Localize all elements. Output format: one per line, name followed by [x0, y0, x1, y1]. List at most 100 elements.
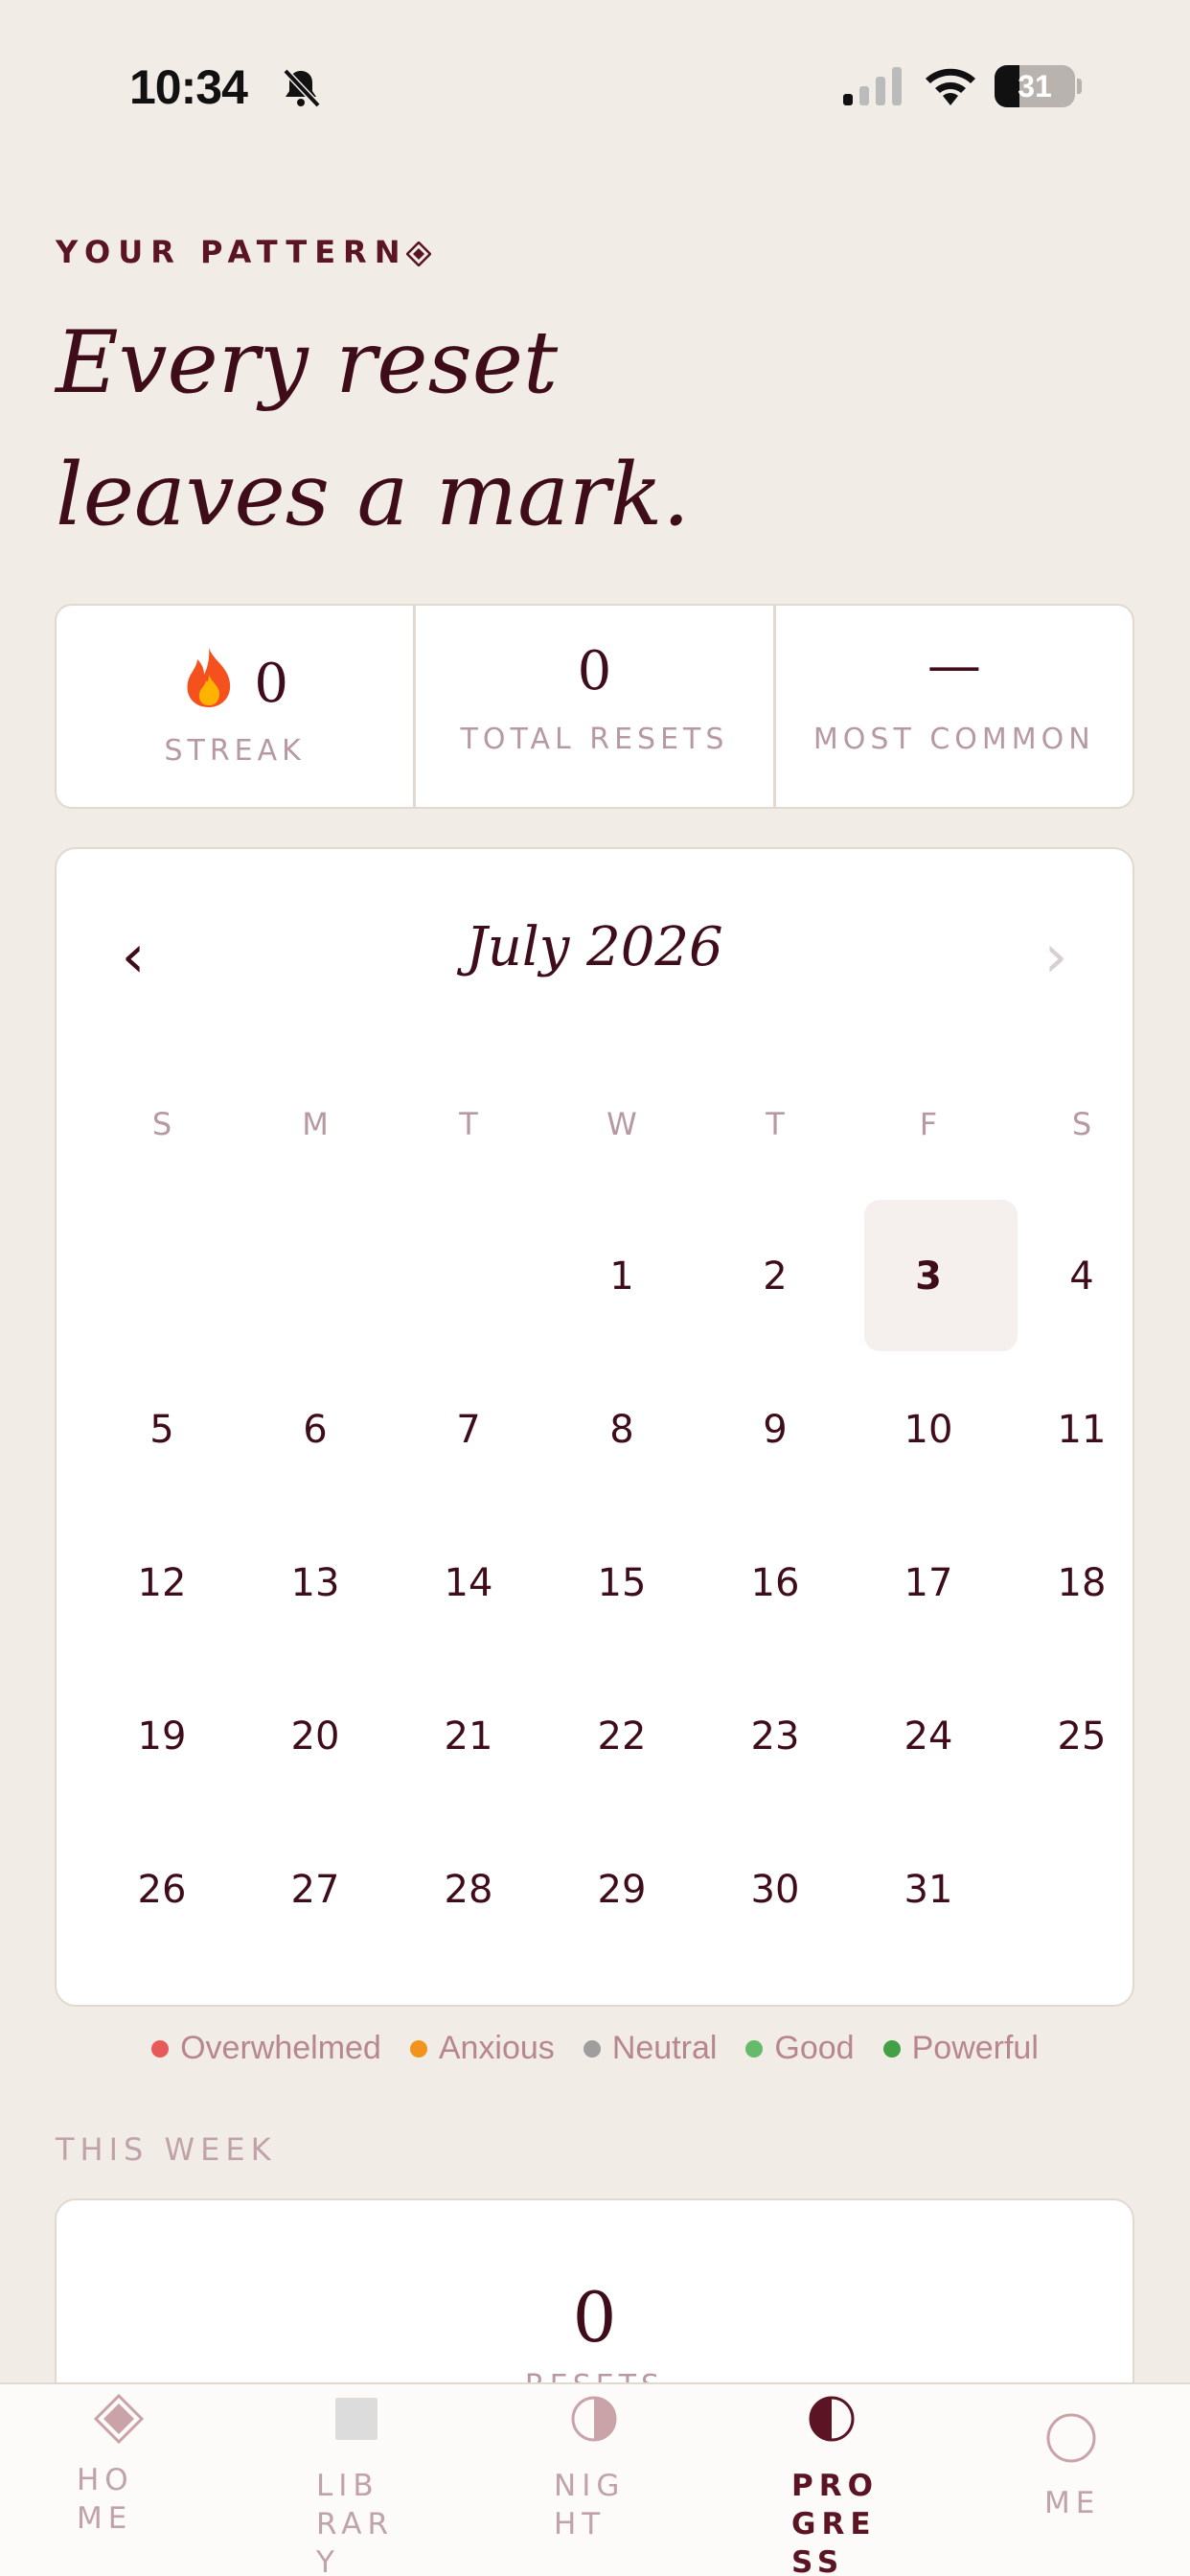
tab-label-line: Y [316, 2545, 340, 2576]
tab-home[interactable]: HO ME [57, 2384, 249, 2576]
weekday-header: T [766, 1106, 785, 1142]
tab-label-line: RAR [316, 2507, 395, 2542]
legend-dot-icon [151, 2039, 170, 2058]
calendar-next-button[interactable]: › [1027, 927, 1085, 986]
calendar-day[interactable]: 6 [239, 1353, 392, 1506]
calendar-day[interactable]: 28 [392, 1813, 545, 1966]
flame-icon [187, 648, 231, 707]
calendar-day[interactable]: 22 [545, 1660, 698, 1813]
bell-slash-icon [283, 68, 321, 108]
tab-label: PRO GRE SS [791, 2467, 879, 2576]
calendar-day[interactable]: 2 [698, 1200, 852, 1353]
calendar-day[interactable]: 10 [852, 1353, 1005, 1506]
tab-label: ME [1044, 2484, 1100, 2522]
weekday-header: S [151, 1106, 172, 1142]
calendar-day[interactable]: 27 [239, 1813, 392, 1966]
tab-bar: HO ME LIB RAR Y NIG HT PRO GRE SS ME [0, 2382, 1190, 2576]
calendar-day-today[interactable]: 3 [852, 1200, 1005, 1353]
tab-label-line: GRE [791, 2507, 877, 2542]
calendar-day[interactable]: 4 [1005, 1200, 1158, 1353]
calendar-card: ‹ July 2026 › S M T W T F S 1 2 3 4 5 6 7 8 9 10 11 12 13 14… [55, 847, 1134, 2007]
square-icon [330, 2392, 383, 2446]
calendar-day[interactable]: 11 [1005, 1353, 1158, 1506]
calendar-day[interactable]: 18 [1005, 1506, 1158, 1660]
calendar-day[interactable]: 24 [852, 1660, 1005, 1813]
legend-dot-icon [583, 2039, 601, 2058]
circle-icon [1044, 2411, 1098, 2465]
eyebrow-label: YOUR PATTERN [56, 234, 408, 270]
page-title: Every reset leaves a mark. [56, 297, 1110, 562]
calendar-day[interactable]: 16 [698, 1506, 852, 1660]
calendar-day[interactable]: 9 [698, 1353, 852, 1506]
stat-streak: 0 STREAK [57, 606, 417, 807]
legend-item: Neutral [583, 2030, 718, 2067]
stats-card: 0 STREAK 0 TOTAL RESETS — MOST COMMON [55, 604, 1134, 809]
legend-label: Anxious [438, 2030, 555, 2066]
calendar-day[interactable]: 29 [545, 1813, 698, 1966]
weekday-header: T [459, 1106, 478, 1142]
tab-label-line: HO [77, 2463, 134, 2497]
calendar-day[interactable]: 15 [545, 1506, 698, 1660]
page-title-line-1: Every reset [56, 312, 559, 413]
battery-percent: 31 [1018, 69, 1052, 104]
calendar-day[interactable]: 12 [85, 1506, 239, 1660]
tab-progress[interactable]: PRO GRE SS [776, 2384, 968, 2576]
stat-total-resets: 0 TOTAL RESETS [416, 606, 776, 807]
half-circle-icon [805, 2392, 858, 2446]
weekday-header: M [302, 1106, 329, 1142]
legend-item: Powerful [882, 2030, 1039, 2067]
this-week-value: 0 [572, 2277, 617, 2358]
legend-label: Overwhelmed [180, 2030, 381, 2066]
calendar-month-title: July 2026 [466, 916, 723, 978]
calendar-day[interactable]: 21 [392, 1660, 545, 1813]
calendar-day[interactable]: 19 [85, 1660, 239, 1813]
page-title-line-2: leaves a mark. [56, 445, 691, 545]
half-moon-icon [567, 2392, 621, 2446]
tab-label: HO ME [77, 2461, 134, 2538]
tab-night[interactable]: NIG HT [537, 2384, 728, 2576]
calendar-day[interactable]: 7 [392, 1353, 545, 1506]
tab-label: LIB RAR Y [316, 2467, 394, 2576]
legend-label: Neutral [611, 2030, 718, 2066]
calendar-day[interactable]: 25 [1005, 1660, 1158, 1813]
stat-most-common-label: MOST COMMON [812, 723, 1095, 756]
diamond-icon [92, 2392, 146, 2446]
weekday-header: F [919, 1106, 938, 1142]
cellular-signal-icon [843, 67, 902, 105]
calendar-day[interactable]: 31 [852, 1813, 1005, 1966]
stat-most-common: — MOST COMMON [776, 606, 1133, 807]
legend-item: Anxious [409, 2030, 555, 2067]
diamond-icon [406, 242, 431, 266]
battery-body: 31 [995, 65, 1075, 107]
legend-dot-icon [745, 2039, 764, 2058]
battery-tip [1077, 79, 1082, 94]
calendar-day[interactable]: 23 [698, 1660, 852, 1813]
legend-item: Good [745, 2030, 855, 2067]
calendar-day[interactable]: 13 [239, 1506, 392, 1660]
calendar-day[interactable]: 8 [545, 1353, 698, 1506]
tab-library[interactable]: LIB RAR Y [297, 2384, 489, 2576]
stat-most-common-value: — [927, 634, 981, 697]
tab-label-line: ME [1044, 2486, 1101, 2520]
legend-label: Powerful [911, 2030, 1039, 2066]
status-bar: 10:34 31 [0, 0, 1190, 172]
tab-me[interactable]: ME [1006, 2384, 1190, 2576]
calendar-day[interactable]: 20 [239, 1660, 392, 1813]
stat-streak-label: STREAK [164, 734, 306, 768]
weekday-header: W [606, 1106, 637, 1142]
calendar-day[interactable]: 30 [698, 1813, 852, 1966]
calendar-day[interactable]: 1 [545, 1200, 698, 1353]
mood-legend: Overwhelmed Anxious Neutral Good Powerful [0, 2030, 1190, 2067]
legend-label: Good [774, 2030, 855, 2066]
stat-total-resets-value: 0 [577, 640, 612, 702]
tab-label-line: ME [77, 2501, 133, 2536]
tab-label-line: NIG [554, 2469, 626, 2503]
calendar-day[interactable]: 14 [392, 1506, 545, 1660]
tab-label-line: LIB [316, 2469, 379, 2503]
calendar-day[interactable]: 26 [85, 1813, 239, 1966]
calendar-day[interactable]: 17 [852, 1506, 1005, 1660]
weekday-header: S [1071, 1106, 1092, 1142]
status-time: 10:34 [129, 60, 248, 114]
calendar-day[interactable]: 5 [85, 1353, 239, 1506]
stat-total-resets-label: TOTAL RESETS [460, 723, 729, 756]
